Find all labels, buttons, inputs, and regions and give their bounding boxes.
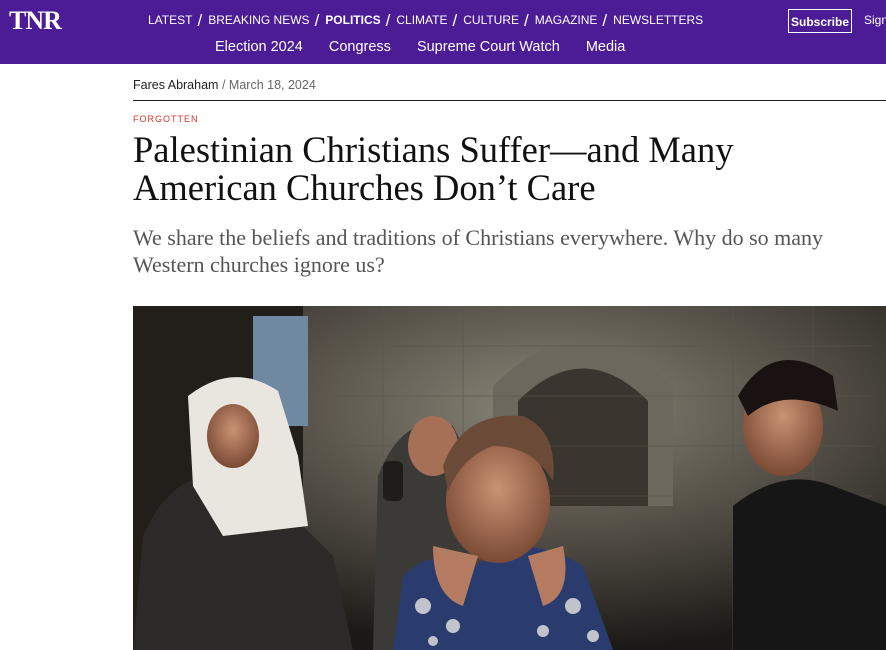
- nav-politics[interactable]: POLITICS: [325, 13, 380, 27]
- byline-divider: [133, 100, 886, 101]
- nav-supreme-court-watch[interactable]: Supreme Court Watch: [417, 39, 560, 55]
- nav-election-2024[interactable]: Election 2024: [215, 39, 303, 55]
- nav-magazine[interactable]: MAGAZINE: [535, 13, 598, 27]
- nav-climate[interactable]: CLIMATE: [396, 13, 447, 27]
- nav-culture[interactable]: CULTURE: [463, 13, 519, 27]
- nav-separator: /: [452, 11, 458, 30]
- article-headline: Palestinian Christians Suffer—and Many A…: [133, 129, 734, 208]
- publish-date: March 18, 2024: [228, 78, 316, 92]
- nav-separator: /: [385, 11, 391, 30]
- primary-nav: LATEST / BREAKING NEWS / POLITICS / CLIMATE / CU…: [148, 11, 703, 30]
- nav-media[interactable]: Media: [586, 39, 626, 55]
- nav-breaking-news[interactable]: BREAKING NEWS: [208, 13, 309, 27]
- byline-separator: /: [221, 78, 226, 92]
- nav-separator: /: [602, 11, 608, 30]
- author-link[interactable]: Fares Abraham: [133, 78, 218, 92]
- nav-newsletters[interactable]: NEWSLETTERS: [613, 13, 703, 27]
- byline: Fares Abraham / March 18, 2024: [133, 78, 316, 92]
- site-header: TNR LATEST / BREAKING NEWS / POLITICS / CLIMAT…: [0, 0, 886, 64]
- signin-link[interactable]: Sign: [864, 13, 886, 27]
- article-kicker[interactable]: FORGOTTEN: [133, 114, 199, 124]
- hero-photo-illustration: [133, 306, 886, 650]
- nav-separator: /: [524, 11, 529, 30]
- nav-separator: /: [314, 11, 320, 30]
- nav-latest[interactable]: LATEST: [148, 13, 192, 27]
- nav-separator: /: [197, 11, 203, 30]
- nav-congress[interactable]: Congress: [329, 39, 391, 55]
- hero-photo: [133, 306, 886, 650]
- article-dek: We share the beliefs and traditions of C…: [133, 225, 824, 277]
- secondary-nav: Election 2024 Congress Supreme Court Watch…: [215, 39, 651, 55]
- subscribe-button[interactable]: Subscribe: [788, 9, 852, 33]
- site-logo[interactable]: TNR: [9, 6, 62, 36]
